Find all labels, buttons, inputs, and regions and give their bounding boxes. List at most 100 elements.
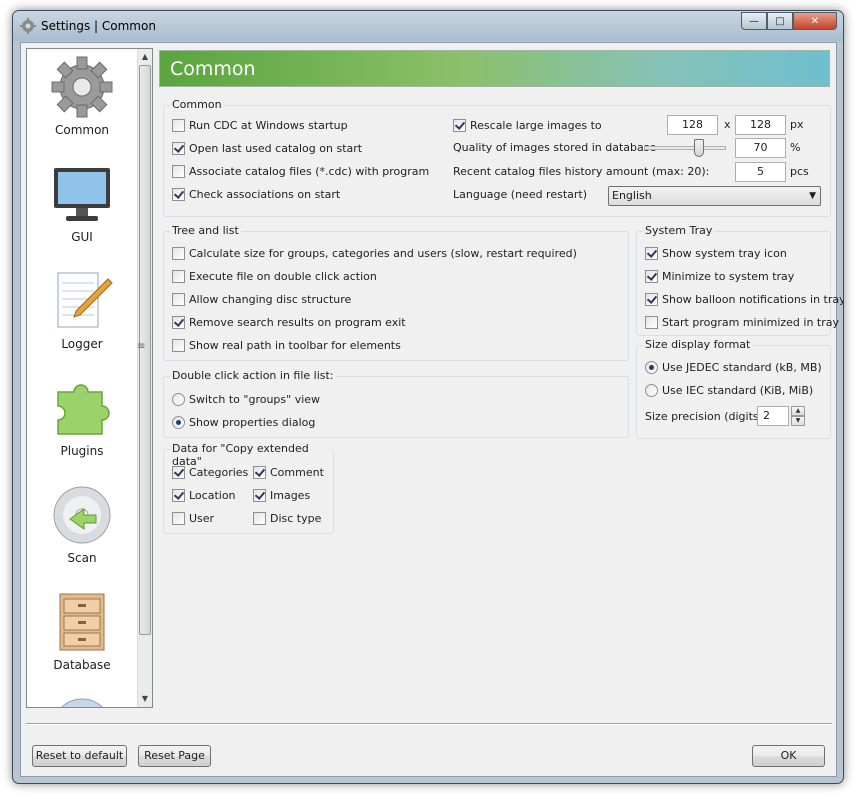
copy-images-checkbox[interactable]: Images xyxy=(253,487,310,503)
radio-button[interactable] xyxy=(645,383,658,397)
notepad-pencil-icon xyxy=(57,272,113,328)
properties-dialog-radio[interactable]: Show properties dialog xyxy=(172,414,315,430)
checkbox-box[interactable] xyxy=(645,292,658,306)
run-cdc-checkbox[interactable]: Run CDC at Windows startup xyxy=(172,117,348,133)
checkbox-box[interactable] xyxy=(253,488,266,502)
title-bar[interactable]: Settings | Common — □ ✕ xyxy=(13,11,843,41)
copy-categories-checkbox[interactable]: Categories xyxy=(172,464,248,480)
page-title: Common xyxy=(170,58,256,80)
sidebar-item-gui[interactable]: GUI xyxy=(27,156,137,256)
checkbox-label: Rescale large images to xyxy=(470,118,602,132)
execute-file-checkbox[interactable]: Execute file on double click action xyxy=(172,268,377,284)
size-precision-label: Size precision (digits) xyxy=(645,410,763,423)
sidebar-item-database[interactable]: Database xyxy=(27,584,137,684)
rescale-width-input[interactable]: 128 xyxy=(667,115,718,135)
allow-change-checkbox[interactable]: Allow changing disc structure xyxy=(172,291,351,307)
ok-button[interactable]: OK xyxy=(752,745,825,767)
checkbox-label: Categories xyxy=(189,465,249,479)
rescale-height-input[interactable]: 128 xyxy=(735,115,786,135)
radio-button[interactable] xyxy=(172,415,185,429)
gear-icon xyxy=(51,56,113,118)
radio-button[interactable] xyxy=(645,360,658,374)
checkbox-box[interactable] xyxy=(172,511,185,525)
sidebar-scrollbar[interactable]: ▲ ▼ xyxy=(137,49,152,707)
groups-view-radio[interactable]: Switch to "groups" view xyxy=(172,391,320,407)
checkbox-label: Execute file on double click action xyxy=(189,269,377,283)
quality-slider-track[interactable] xyxy=(644,146,726,150)
checkbox-box[interactable] xyxy=(172,269,185,283)
quality-slider-thumb[interactable] xyxy=(694,139,705,157)
close-button[interactable]: ✕ xyxy=(793,12,837,30)
checkbox-box[interactable] xyxy=(172,141,185,155)
system-tray-group: System Tray Show system tray icon Minimi… xyxy=(636,224,843,336)
associate-checkbox[interactable]: Associate catalog files (*.cdc) with pro… xyxy=(172,163,429,179)
sidebar-item-common[interactable]: Common xyxy=(27,49,137,149)
settings-window: Settings | Common — □ ✕ Common GUI Logge… xyxy=(12,10,844,784)
stepper-down-icon[interactable]: ▼ xyxy=(791,416,805,426)
recent-files-unit: pcs xyxy=(790,165,809,178)
size-precision-input[interactable]: 2 xyxy=(757,406,789,426)
checkbox-box[interactable] xyxy=(172,338,185,352)
size-precision-stepper[interactable]: ▲ ▼ xyxy=(791,406,805,426)
scroll-down-icon[interactable]: ▼ xyxy=(138,692,152,706)
checkbox-box[interactable] xyxy=(645,246,658,260)
calc-size-checkbox[interactable]: Calculate size for groups, categories an… xyxy=(172,245,577,261)
copy-disc-type-checkbox[interactable]: Disc type xyxy=(253,510,321,526)
maximize-button[interactable]: □ xyxy=(767,12,793,30)
sidebar-item-label: Common xyxy=(54,123,110,137)
recent-files-label: Recent catalog files history amount (max… xyxy=(453,165,710,178)
sidebar-item-scan[interactable]: Scan xyxy=(27,477,137,577)
minimize-tray-checkbox[interactable]: Minimize to system tray xyxy=(645,268,794,284)
checkbox-box[interactable] xyxy=(645,269,658,283)
radio-button[interactable] xyxy=(172,392,185,406)
checkbox-box[interactable] xyxy=(253,465,266,479)
checkbox-box[interactable] xyxy=(253,511,266,525)
footer-divider xyxy=(26,723,832,725)
open-last-checkbox[interactable]: Open last used catalog on start xyxy=(172,140,362,156)
group-title: System Tray xyxy=(643,224,715,237)
checkbox-box[interactable] xyxy=(172,164,185,178)
scroll-up-icon[interactable]: ▲ xyxy=(138,50,152,64)
checkbox-box[interactable] xyxy=(172,292,185,306)
checkbox-box[interactable] xyxy=(172,465,185,479)
settings-category-list[interactable]: Common GUI Logger Plugins Scan Database … xyxy=(26,48,153,708)
show-tray-icon-checkbox[interactable]: Show system tray icon xyxy=(645,245,787,261)
settings-app-icon xyxy=(20,18,36,34)
balloon-checkbox[interactable]: Show balloon notifications in tray xyxy=(645,291,843,307)
checkbox-label: User xyxy=(189,511,215,525)
stepper-up-icon[interactable]: ▲ xyxy=(791,406,805,416)
sidebar-item-logger[interactable]: Logger xyxy=(27,263,137,363)
reset-default-button[interactable]: Reset to default xyxy=(32,745,127,767)
copy-location-checkbox[interactable]: Location xyxy=(172,487,236,503)
checkbox-box[interactable] xyxy=(172,187,185,201)
checkbox-box[interactable] xyxy=(172,488,185,502)
quality-input[interactable]: 70 xyxy=(735,138,786,158)
sidebar-item-plugins[interactable]: Plugins xyxy=(27,370,137,470)
checkbox-box[interactable] xyxy=(172,118,185,132)
quality-unit: % xyxy=(790,141,801,154)
start-minimized-checkbox[interactable]: Start program minimized in tray xyxy=(645,314,839,330)
checkbox-label: Allow changing disc structure xyxy=(189,292,352,306)
minimize-button[interactable]: — xyxy=(741,12,767,30)
remove-search-checkbox[interactable]: Remove search results on program exit xyxy=(172,314,406,330)
group-title: Common xyxy=(170,98,224,111)
sidebar-item-label: Plugins xyxy=(60,444,104,458)
checkbox-box[interactable] xyxy=(645,315,658,329)
copy-user-checkbox[interactable]: User xyxy=(172,510,214,526)
radio-label: Show properties dialog xyxy=(189,415,316,429)
real-path-checkbox[interactable]: Show real path in toolbar for elements xyxy=(172,337,401,353)
checkbox-box[interactable] xyxy=(453,118,466,132)
disc-icon xyxy=(53,486,111,544)
checkbox-label: Disc type xyxy=(270,511,322,525)
recent-files-input[interactable]: 5 xyxy=(735,162,786,182)
reset-page-button[interactable]: Reset Page xyxy=(138,745,211,767)
check-assoc-checkbox[interactable]: Check associations on start xyxy=(172,186,340,202)
splitter-grip-icon[interactable]: ≡ xyxy=(137,341,145,352)
jedec-radio[interactable]: Use JEDEC standard (kB, MB) xyxy=(645,359,822,375)
copy-comment-checkbox[interactable]: Comment xyxy=(253,464,324,480)
checkbox-box[interactable] xyxy=(172,315,185,329)
language-select[interactable]: English ▼ xyxy=(608,186,821,206)
rescale-checkbox[interactable]: Rescale large images to xyxy=(453,117,602,133)
checkbox-box[interactable] xyxy=(172,246,185,260)
iec-radio[interactable]: Use IEC standard (KiB, MiB) xyxy=(645,382,813,398)
